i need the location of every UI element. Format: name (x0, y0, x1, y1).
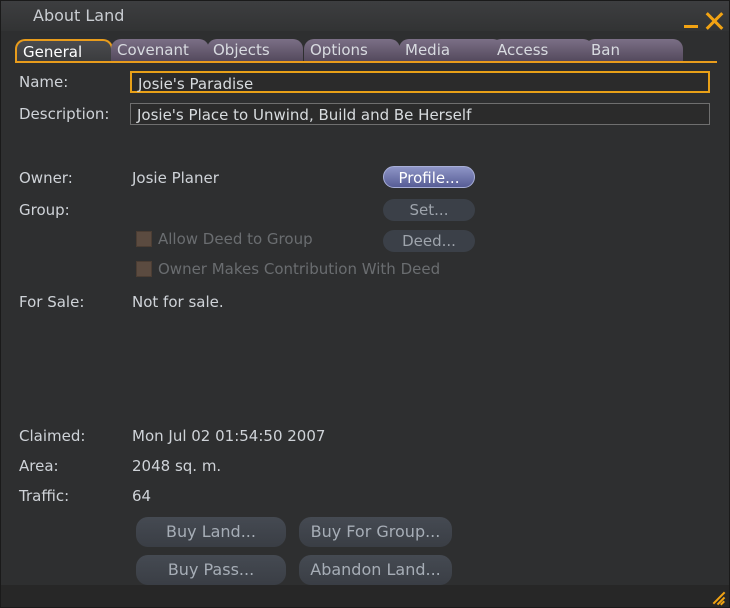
description-label: Description: (19, 105, 110, 123)
name-field-value: Josie's Paradise (138, 75, 254, 93)
profile-button[interactable]: Profile... (383, 166, 475, 188)
owner-contribution-row[interactable]: Owner Makes Contribution With Deed (136, 260, 440, 278)
tab-label: Access (497, 41, 549, 59)
claimed-label: Claimed: (19, 427, 86, 445)
tab-label: Ban (591, 41, 620, 59)
tab-ban[interactable]: Ban (585, 39, 683, 61)
close-icon[interactable] (704, 11, 724, 31)
set-button-label: Set... (409, 201, 449, 219)
description-field-value: Josie's Place to Unwind, Build and Be He… (137, 106, 472, 124)
deed-button[interactable]: Deed... (383, 230, 475, 252)
tab-options[interactable]: Options (304, 39, 400, 61)
for-sale-label: For Sale: (19, 293, 85, 311)
set-group-button[interactable]: Set... (383, 199, 475, 221)
tab-label: General (23, 43, 83, 61)
tab-objects[interactable]: Objects (207, 39, 303, 61)
owner-label: Owner: (19, 169, 73, 187)
deed-button-label: Deed... (402, 232, 456, 250)
allow-deed-to-group-row[interactable]: Allow Deed to Group (136, 230, 313, 248)
traffic-label: Traffic: (19, 487, 70, 505)
buy-land-label: Buy Land... (166, 522, 256, 541)
abandon-land-button[interactable]: Abandon Land... (299, 555, 452, 585)
title-bar[interactable]: About Land (1, 1, 729, 31)
owner-contribution-label: Owner Makes Contribution With Deed (158, 260, 441, 278)
buy-for-group-label: Buy For Group... (310, 522, 441, 541)
buy-pass-label: Buy Pass... (167, 560, 255, 579)
tab-label: Options (310, 41, 368, 59)
name-label: Name: (19, 73, 69, 91)
name-field[interactable]: Josie's Paradise (130, 71, 710, 93)
minimize-icon[interactable] (684, 25, 698, 28)
claimed-value: Mon Jul 02 01:54:50 2007 (132, 427, 326, 445)
tab-bar: General Covenant Objects Options Media A… (15, 39, 727, 63)
owner-contribution-checkbox[interactable] (136, 261, 152, 277)
tab-covenant[interactable]: Covenant (111, 39, 209, 61)
tab-label: Media (405, 41, 451, 59)
tab-access[interactable]: Access (491, 39, 593, 61)
tab-media[interactable]: Media (399, 39, 503, 61)
description-field[interactable]: Josie's Place to Unwind, Build and Be He… (130, 103, 710, 125)
tab-label: Covenant (117, 41, 189, 59)
buy-pass-button[interactable]: Buy Pass... (136, 555, 286, 585)
tab-label: Objects (213, 41, 270, 59)
tab-underline (15, 61, 717, 63)
abandon-land-label: Abandon Land... (310, 560, 441, 579)
window-title: About Land (33, 6, 125, 25)
owner-value: Josie Planer (132, 169, 219, 187)
resize-handle-icon[interactable] (709, 589, 726, 606)
allow-deed-label: Allow Deed to Group (158, 230, 313, 248)
traffic-value: 64 (132, 487, 152, 505)
profile-button-label: Profile... (398, 169, 460, 187)
group-label: Group: (19, 201, 70, 219)
for-sale-value: Not for sale. (132, 293, 224, 311)
buy-for-group-button[interactable]: Buy For Group... (299, 517, 452, 547)
buy-land-button[interactable]: Buy Land... (136, 517, 286, 547)
area-label: Area: (19, 457, 59, 475)
about-land-window: About Land General Covenant Objects Opti… (0, 0, 730, 608)
tab-general[interactable]: General (15, 39, 113, 63)
allow-deed-checkbox[interactable] (136, 231, 152, 247)
area-value: 2048 sq. m. (132, 457, 222, 475)
status-bar (1, 585, 729, 607)
